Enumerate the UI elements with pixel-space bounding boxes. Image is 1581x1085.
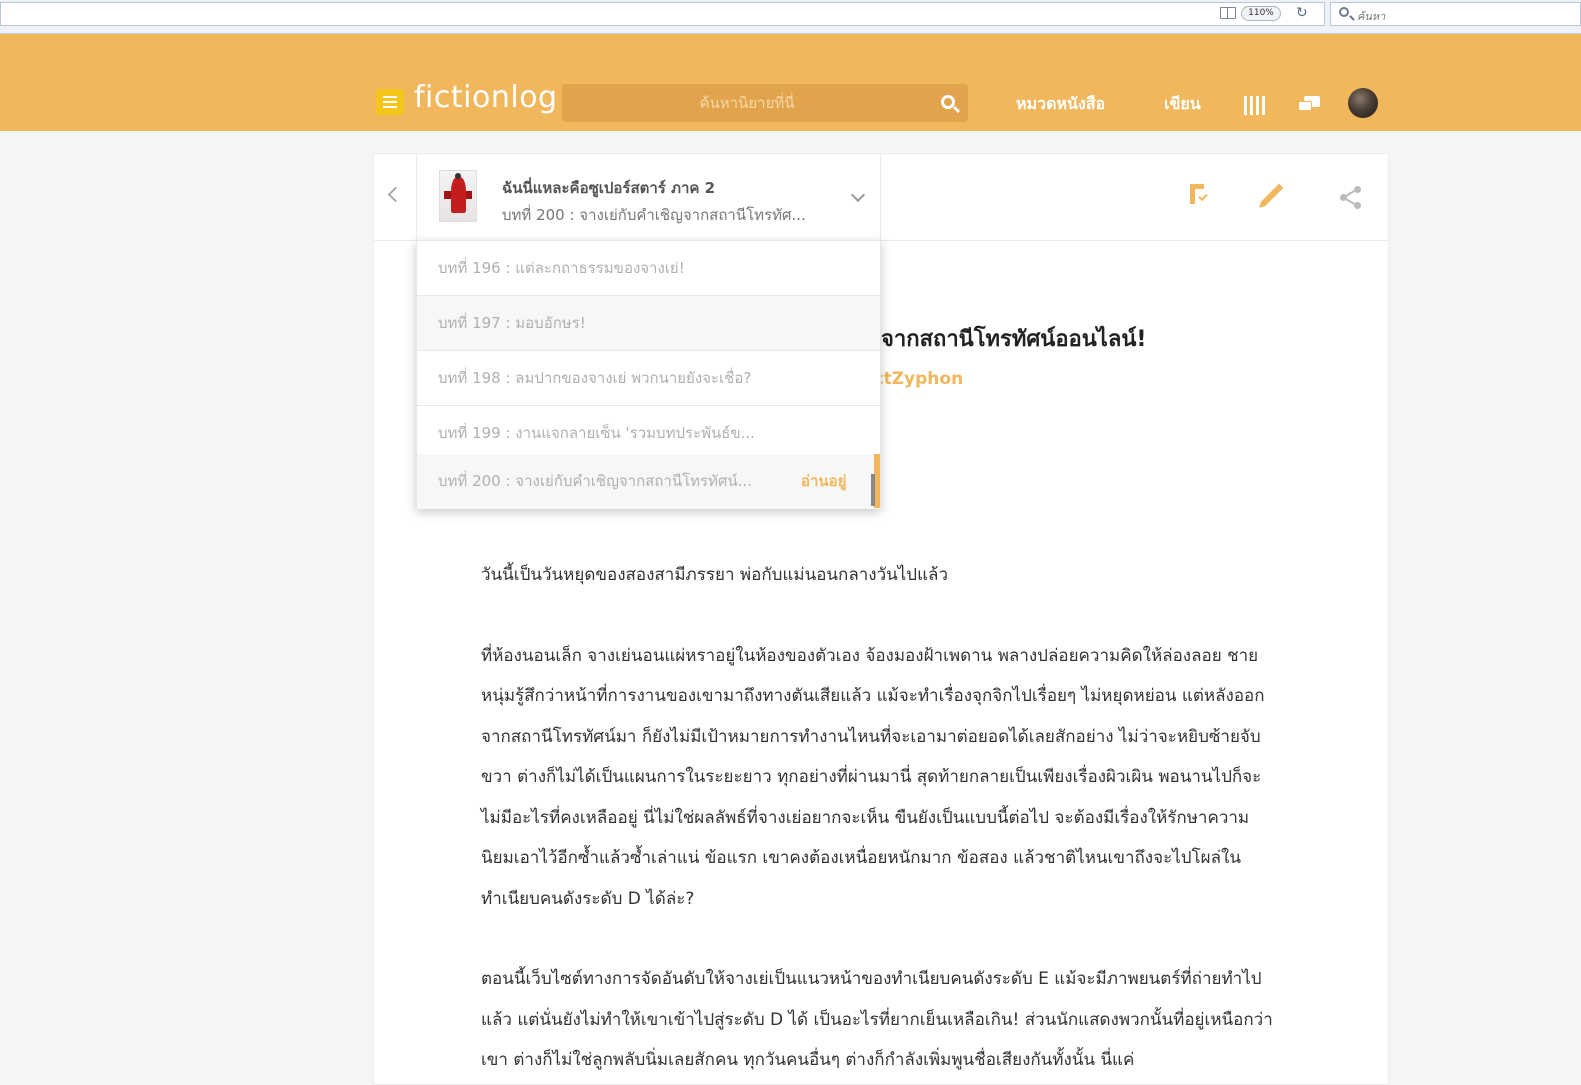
site-search-input[interactable] (562, 84, 932, 122)
chapter-list-item-current[interactable]: บทที่ 200 : จางเย่กับคำเชิญจากสถานีโทรทั… (417, 454, 880, 509)
nav-book-categories[interactable]: หมวดหนังสือ (1016, 92, 1105, 117)
dropdown-scrollbar[interactable] (871, 474, 875, 506)
site-search (562, 84, 968, 122)
chapter-list-item[interactable]: บทที่ 196 : แต่ละกถาธรรมของจางเย่! (417, 241, 880, 296)
search-icon[interactable] (941, 95, 955, 109)
fictionlog-logo-icon[interactable] (376, 89, 404, 115)
site-logo[interactable]: fictionlog (414, 80, 558, 115)
chapter-content: วันนี้เป็นวันหยุดของสองสามีภรรยา พ่อกับแ… (481, 555, 1281, 1085)
browser-search-placeholder: ค้นหา (1357, 10, 1386, 23)
chat-icon[interactable] (1298, 96, 1322, 114)
zoom-level[interactable]: 110% (1241, 6, 1281, 21)
site-header: fictionlog หมวดหนังสือ เขียน (0, 34, 1581, 131)
chapter-list-item[interactable]: บทที่ 197 : มอบอักษร! (417, 296, 880, 351)
reader-view-icon[interactable] (1220, 7, 1236, 19)
paragraph: ตอนนี้เว็บไซต์ทางการจัดอันดับให้จางเย่เป… (481, 969, 1273, 1070)
pencil-edit-icon[interactable] (1260, 183, 1284, 207)
bookmark-icon[interactable] (1190, 184, 1208, 206)
paragraph: วันนี้เป็นวันหยุดของสองสามีภรรยา พ่อกับแ… (481, 565, 949, 585)
chapter-selector[interactable]: ฉันนี่แหละคือซูเปอร์สตาร์ ภาค 2 บทที่ 20… (416, 154, 881, 241)
share-icon[interactable] (1340, 186, 1362, 209)
library-icon[interactable] (1244, 96, 1266, 115)
nav-write[interactable]: เขียน (1164, 92, 1201, 117)
dropdown-caret (844, 228, 868, 240)
book-cover (439, 170, 477, 222)
chapter-list-item[interactable]: บทที่ 199 : งานแจกลายเซ็น 'รวมบทประพันธ์… (417, 406, 880, 461)
chapter-dropdown: บทที่ 196 : แต่ละกถาธรรมของจางเย่! บทที่… (416, 240, 881, 509)
paragraph: ที่ห้องนอนเล็ก จางเย่นอนแผ่หราอยู่ในห้อง… (481, 645, 1265, 909)
book-title: ฉันนี่แหละคือซูเปอร์สตาร์ ภาค 2 (502, 179, 716, 197)
reader-toolbar: ฉันนี่แหละคือซูเปอร์สตาร์ ภาค 2 บทที่ 20… (374, 154, 1388, 241)
back-chevron-icon[interactable] (387, 186, 404, 203)
reading-now-badge: อ่านอยู่ (801, 472, 847, 490)
address-bar[interactable] (0, 2, 1325, 26)
browser-toolbar: 110% ↻ ค้นหา (0, 0, 1581, 34)
browser-search-field[interactable]: ค้นหา (1330, 2, 1581, 26)
chevron-down-icon[interactable] (850, 187, 866, 203)
current-chapter-label: บทที่ 200 : จางเย่กับคำเชิญจากสถานีโทรทั… (502, 206, 806, 224)
search-icon (1339, 7, 1349, 17)
user-avatar[interactable] (1348, 88, 1378, 118)
chapter-list-item[interactable]: บทที่ 198 : ลมปากของจางเย่ พวกนายยังจะเช… (417, 351, 880, 406)
refresh-icon[interactable]: ↻ (1296, 5, 1308, 21)
